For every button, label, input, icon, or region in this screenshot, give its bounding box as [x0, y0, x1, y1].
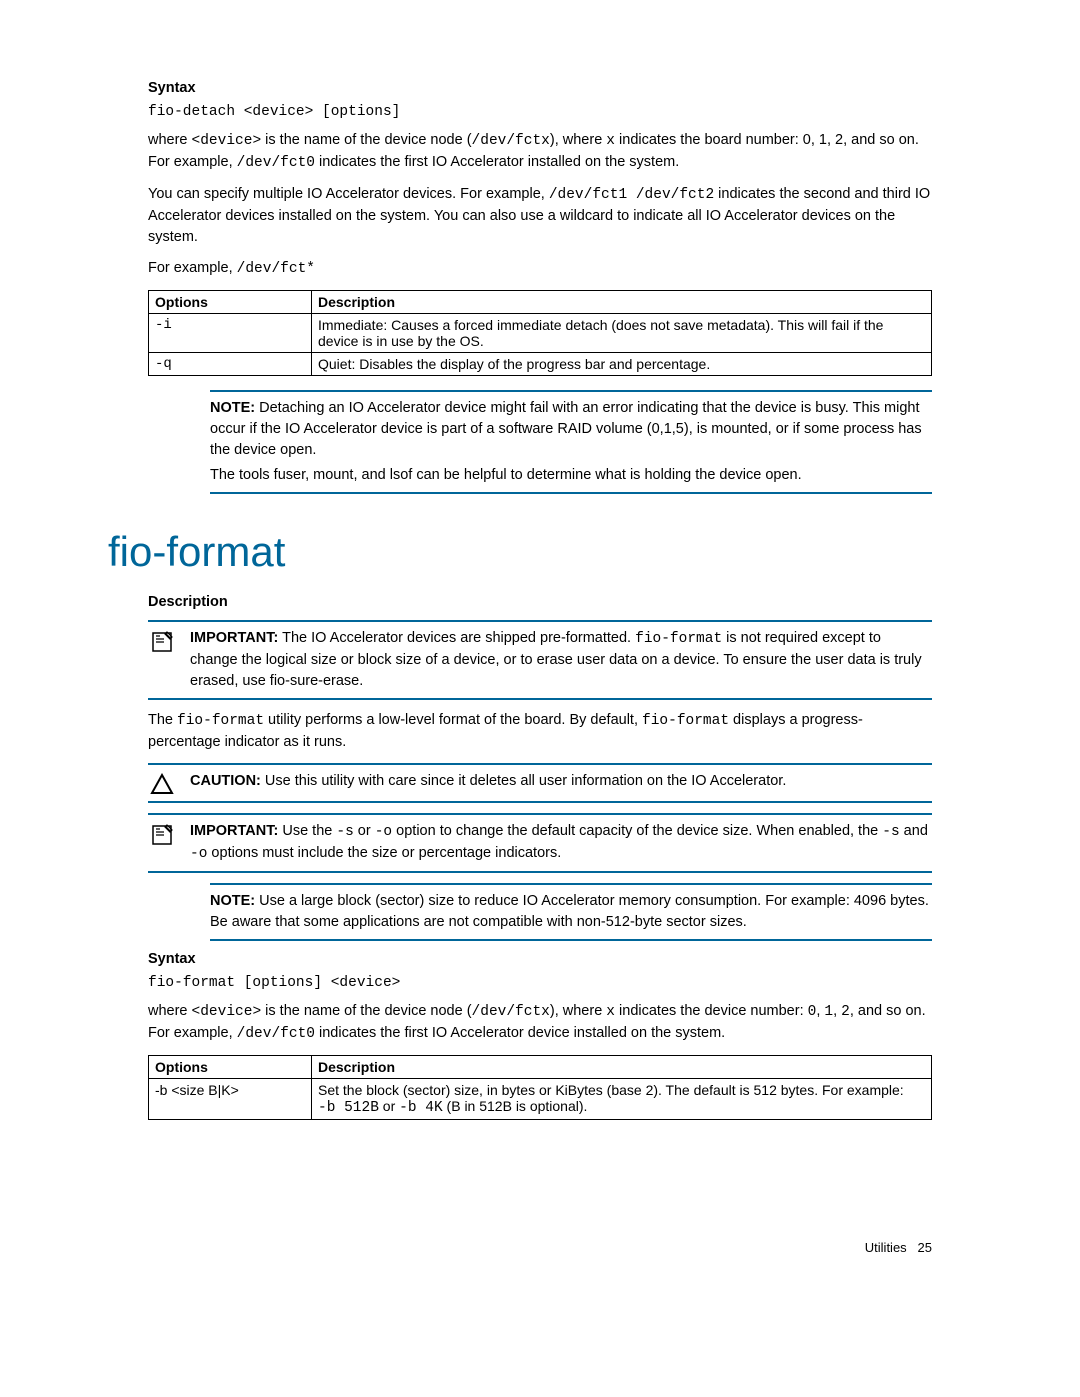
paragraph-device-board: where <device> is the name of the device… [148, 130, 932, 174]
options-table-format: Options Description -b <size B|K> Set th… [148, 1055, 932, 1120]
paragraph-fio-format-desc: The fio-format utility performs a low-le… [148, 710, 932, 753]
syntax-code-1: fio-detach <device> [options] [148, 104, 932, 120]
syntax-code-2: fio-format [options] <device> [148, 975, 932, 991]
important-icon [148, 821, 176, 847]
important-size-options: IMPORTANT: Use the -s or -o option to ch… [148, 813, 932, 873]
options-table-detach: Options Description -i Immediate: Causes… [148, 290, 932, 376]
paragraph-device-number: where <device> is the name of the device… [148, 1001, 932, 1045]
description-heading: Description [148, 594, 932, 610]
important-preformatted: IMPORTANT: The IO Accelerator devices ar… [148, 620, 932, 700]
table-header-options: Options [149, 291, 312, 314]
table-row: -i Immediate: Causes a forced immediate … [149, 314, 932, 353]
footer-page-number: 25 [918, 1240, 932, 1255]
section-heading-fio-format: fio-format [108, 528, 932, 576]
table-header-options: Options [149, 1056, 312, 1079]
syntax-heading-2: Syntax [148, 951, 932, 967]
table-row: -q Quiet: Disables the display of the pr… [149, 353, 932, 376]
note-block-size: NOTE: Use a large block (sector) size to… [210, 883, 932, 941]
page-content: Syntax fio-detach <device> [options] whe… [0, 0, 1080, 1295]
table-row: -b <size B|K> Set the block (sector) siz… [149, 1079, 932, 1120]
important-icon [148, 628, 176, 654]
table-header-description: Description [312, 291, 932, 314]
caution-deletes-data: CAUTION: Use this utility with care sinc… [148, 763, 932, 803]
paragraph-wildcard-example: For example, /dev/fct* [148, 258, 932, 280]
caution-icon [148, 771, 176, 795]
footer-section-label: Utilities [865, 1240, 907, 1255]
syntax-heading-1: Syntax [148, 80, 932, 96]
page-footer: Utilities 25 [148, 1240, 932, 1255]
table-header-description: Description [312, 1056, 932, 1079]
paragraph-multiple-devices: You can specify multiple IO Accelerator … [148, 184, 932, 248]
note-detach-fail: NOTE: Detaching an IO Accelerator device… [210, 390, 932, 494]
